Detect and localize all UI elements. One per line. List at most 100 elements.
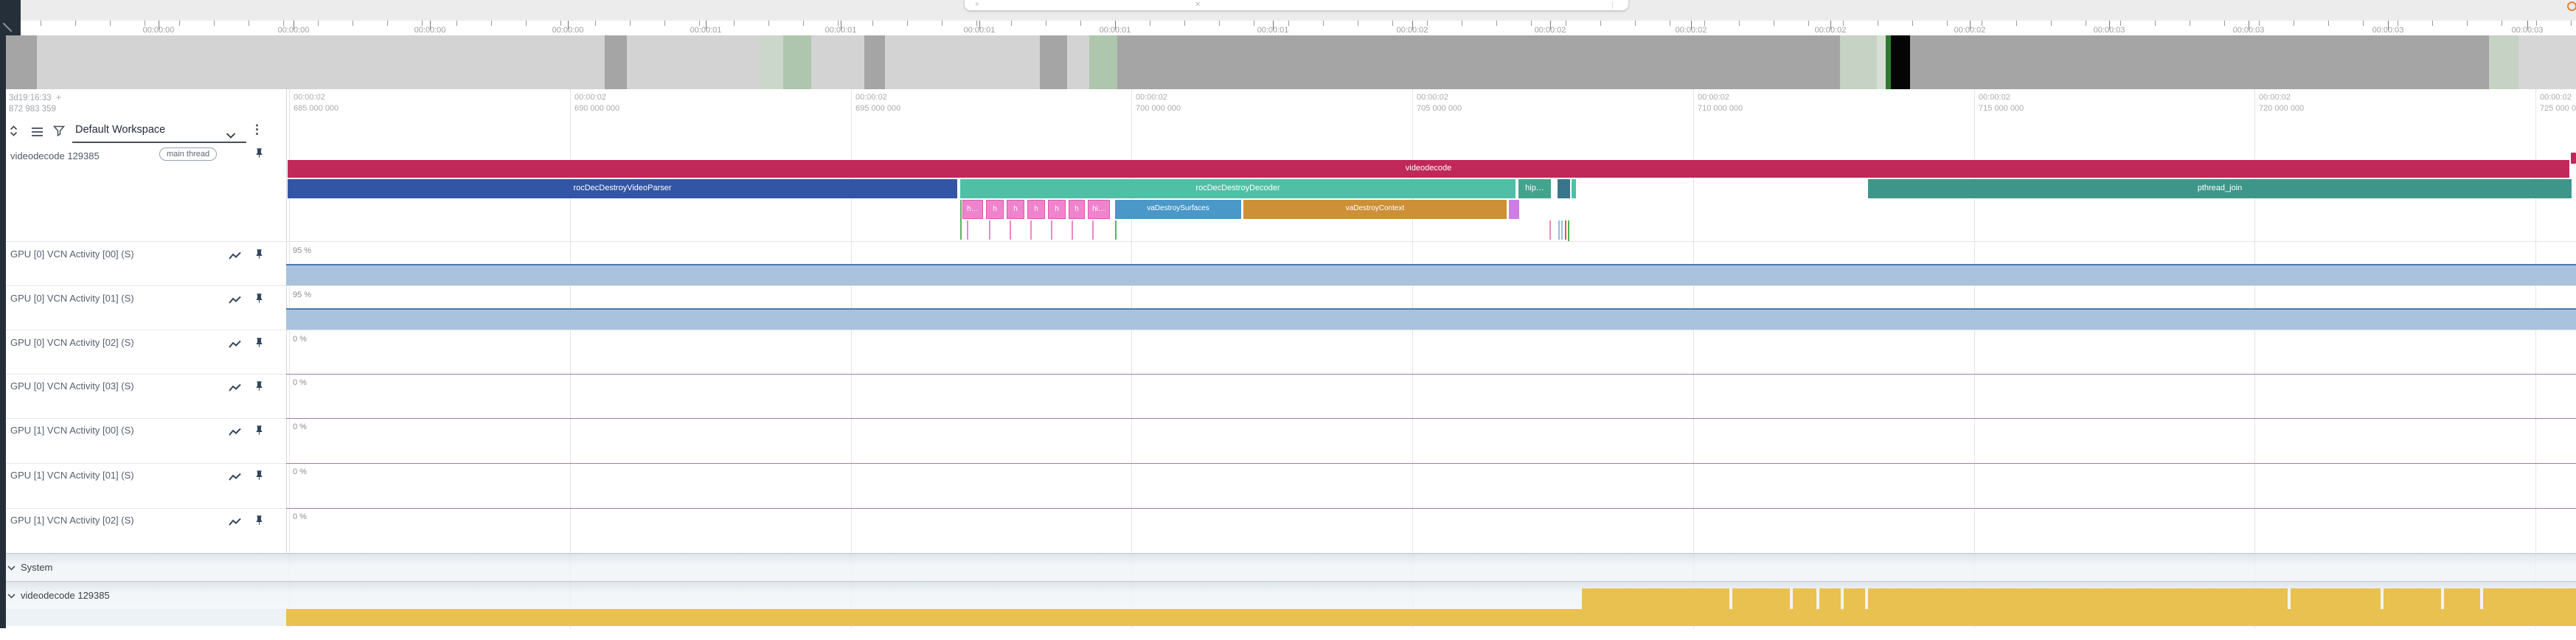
drop-line: [967, 220, 968, 240]
track-value: 0 %: [293, 512, 307, 521]
row-separator: [0, 463, 286, 464]
track-value: 95 %: [293, 246, 311, 255]
trace-minimap[interactable]: [0, 35, 2576, 89]
trace-span[interactable]: h: [1069, 200, 1085, 219]
trace-span[interactable]: rocDecDestroyDecoder: [960, 179, 1516, 198]
thread-track-label: videodecode 129385: [10, 150, 100, 161]
timestamp-label: 00:00:02 695 000 000: [855, 92, 900, 114]
row-separator: [0, 418, 286, 419]
section-system[interactable]: System: [0, 553, 2576, 581]
timestamp-label: 00:00:02 690 000 000: [574, 92, 619, 114]
bookmark-marker-icon[interactable]: [2567, 1, 2576, 11]
trend-chart-icon[interactable]: [229, 383, 242, 392]
trace-span[interactable]: h: [1048, 200, 1066, 219]
gpu-track-row[interactable]: GPU [0] VCN Activity [02] (S)0 %: [0, 330, 2576, 375]
chevron-down-icon[interactable]: [7, 590, 15, 601]
ruler-tick: [1392, 21, 1393, 26]
ruler-tick: [1323, 21, 1324, 26]
unfold-more-icon[interactable]: [9, 125, 18, 140]
filter-funnel-icon[interactable]: [53, 125, 65, 140]
ruler-label: 00:00:00: [406, 26, 454, 35]
timestamp-label: 00:00:02 720 000 000: [2259, 92, 2304, 114]
gpu-track-row[interactable]: GPU [1] VCN Activity [01] (S)0 %: [0, 463, 2576, 508]
floating-toolbar: + ✕: [965, 0, 1628, 10]
track-label: GPU [0] VCN Activity [02] (S): [10, 337, 134, 348]
ruler-tick: [456, 21, 457, 26]
pin-icon[interactable]: [254, 248, 265, 260]
trace-span[interactable]: rocDecDestroyVideoParser: [288, 179, 957, 198]
trend-chart-icon[interactable]: [229, 472, 242, 481]
ruler-tick: [699, 21, 700, 26]
drop-line: [1030, 220, 1032, 240]
timestamp-label: 00:00:02 710 000 000: [1698, 92, 1743, 114]
pin-icon[interactable]: [254, 147, 265, 159]
zero-line: [286, 418, 2576, 419]
ruler-tick: [1947, 21, 1948, 26]
corner-block: [0, 0, 21, 35]
trace-span[interactable]: h: [1007, 200, 1024, 219]
ruler-tick: [872, 21, 873, 26]
toolbar-divider: [1612, 1, 1613, 9]
pin-icon[interactable]: [254, 425, 265, 436]
drop-line: [960, 200, 962, 240]
workspace-select[interactable]: Default Workspace: [75, 124, 165, 136]
trace-span[interactable]: h: [1027, 200, 1045, 219]
trace-span[interactable]: [1572, 179, 1576, 198]
trace-span[interactable]: h: [986, 200, 1004, 219]
chevron-down-icon[interactable]: [226, 129, 236, 142]
gpu-track-row[interactable]: GPU [1] VCN Activity [00] (S)0 %: [0, 418, 2576, 463]
trace-span[interactable]: [1558, 179, 1570, 198]
trend-chart-icon[interactable]: [229, 339, 242, 348]
trace-span[interactable]: hi…: [1088, 200, 1110, 219]
ruler-tick: [803, 21, 804, 26]
gold-activity-main[interactable]: [286, 609, 2576, 626]
trace-span[interactable]: [1509, 200, 1519, 219]
trace-span[interactable]: videodecode: [288, 160, 2569, 178]
drop-line: [1561, 220, 1563, 240]
minimap-segment: [783, 35, 811, 89]
trace-span[interactable]: h…: [962, 200, 983, 219]
ruler-label: 00:00:00: [544, 26, 591, 35]
gpu-track-row[interactable]: GPU [0] VCN Activity [03] (S)0 %: [0, 374, 2576, 418]
minimap-segment: [811, 35, 864, 89]
pin-icon[interactable]: [254, 515, 265, 526]
trace-span[interactable]: vaDestroySurfaces: [1115, 200, 1241, 219]
ruler-tick: [1011, 21, 1012, 26]
trend-chart-icon[interactable]: [229, 517, 242, 526]
chevron-down-icon[interactable]: [7, 562, 15, 573]
sort-icon[interactable]: [31, 127, 44, 140]
row-separator: [0, 508, 286, 509]
trace-span[interactable]: pthread_join: [1868, 179, 2572, 198]
ruler-tick: [1288, 21, 1289, 26]
trend-chart-icon[interactable]: [229, 427, 242, 436]
trace-span[interactable]: hip…: [1518, 179, 1551, 198]
ruler-tick: [2259, 21, 2260, 26]
kebab-menu-icon[interactable]: ⋮: [251, 122, 263, 137]
pin-icon[interactable]: [254, 337, 265, 348]
trace-span[interactable]: vaDestroyContext: [1243, 200, 1507, 219]
trend-chart-icon[interactable]: [229, 251, 242, 260]
ruler-tick: [1427, 21, 1428, 26]
track-label: GPU [0] VCN Activity [01] (S): [10, 293, 134, 304]
gold-gap: [1816, 588, 1819, 609]
track-label: GPU [1] VCN Activity [02] (S): [10, 515, 134, 526]
thread-track-header[interactable]: videodecode 129385 main thread: [0, 146, 286, 168]
minimap-segment: [1910, 35, 2489, 89]
gold-gap: [2381, 588, 2384, 609]
pin-icon[interactable]: [254, 470, 265, 481]
drop-line: [1568, 220, 1569, 241]
ruler-tick: [422, 21, 423, 26]
ruler-tick: [1739, 21, 1740, 26]
ruler-tick: [2467, 21, 2468, 26]
gpu-track-row[interactable]: GPU [0] VCN Activity [01] (S)95 %: [0, 285, 2576, 330]
gpu-track-row[interactable]: GPU [1] VCN Activity [02] (S) 0 %: [0, 508, 2576, 552]
gpu-track-row[interactable]: GPU [0] VCN Activity [00] (S)95 %: [0, 241, 2576, 286]
ruler-tick: [110, 21, 111, 26]
trace-viewer: + ✕ 00:00:0000:00:0000:00:0000:00:0000:0…: [0, 0, 2576, 640]
trend-chart-icon[interactable]: [229, 295, 242, 304]
ruler-label: 00:00:00: [135, 26, 182, 35]
pin-icon[interactable]: [254, 380, 265, 392]
ruler-tick: [1080, 21, 1081, 26]
pin-icon[interactable]: [254, 293, 265, 304]
ruler-tick: [1600, 21, 1601, 26]
